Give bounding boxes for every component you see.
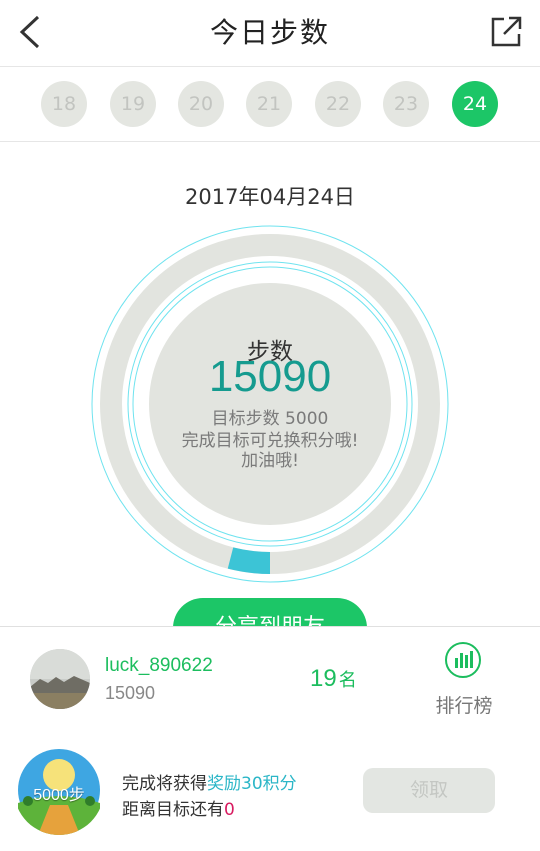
username[interactable]: luck_890622 [105,655,213,677]
rank-number: 19 [310,665,337,692]
remaining-prefix: 距离目标还有 [122,800,224,820]
day-22[interactable]: 22 [315,81,361,127]
step-progress-ring: 步数 15090 目标步数 5000 完成目标可兑换积分哦! 加油哦! [90,224,450,584]
date-selector: 18 19 20 21 22 23 24 [0,67,540,142]
remaining-value: 0 [224,800,235,820]
badge-text: 5000步 [33,787,85,804]
avatar [30,649,90,709]
day-18[interactable]: 18 [41,81,87,127]
encourage-message-2: 加油哦! [241,451,299,471]
user-steps: 15090 [105,683,156,703]
day-20[interactable]: 20 [178,81,224,127]
rank-panel: luck_890622 15090 19 名 排行榜 [0,626,540,732]
reward-line-1: 完成将获得奖励30积分 [122,769,297,794]
day-23[interactable]: 23 [383,81,429,127]
current-date: 2017年04月24日 [185,185,355,209]
rank-unit: 名 [338,670,357,690]
rank-position: 19 名 [310,665,357,693]
reward-line-2: 距离目标还有0 [122,795,235,820]
leaderboard-button[interactable] [444,641,482,679]
bar-chart-icon [445,642,481,678]
steps-value: 15090 [208,352,332,401]
top-bar: 今日步数 [0,0,540,67]
page-title: 今日步数 [209,16,330,49]
leaderboard-label[interactable]: 排行榜 [420,691,508,718]
share-external-button[interactable] [488,14,524,50]
day-24-selected[interactable]: 24 [452,81,498,127]
reward-highlight: 奖励30积分 [207,774,297,794]
share-external-icon [491,16,522,47]
claim-button[interactable]: 领取 [363,768,495,813]
badge-5000-steps: 5000步 [14,745,104,835]
reward-prefix: 完成将获得 [122,774,207,794]
day-19[interactable]: 19 [110,81,156,127]
day-21[interactable]: 21 [246,81,292,127]
reward-panel: 5000步 完成将获得奖励30积分 距离目标还有0 领取 [0,731,540,851]
